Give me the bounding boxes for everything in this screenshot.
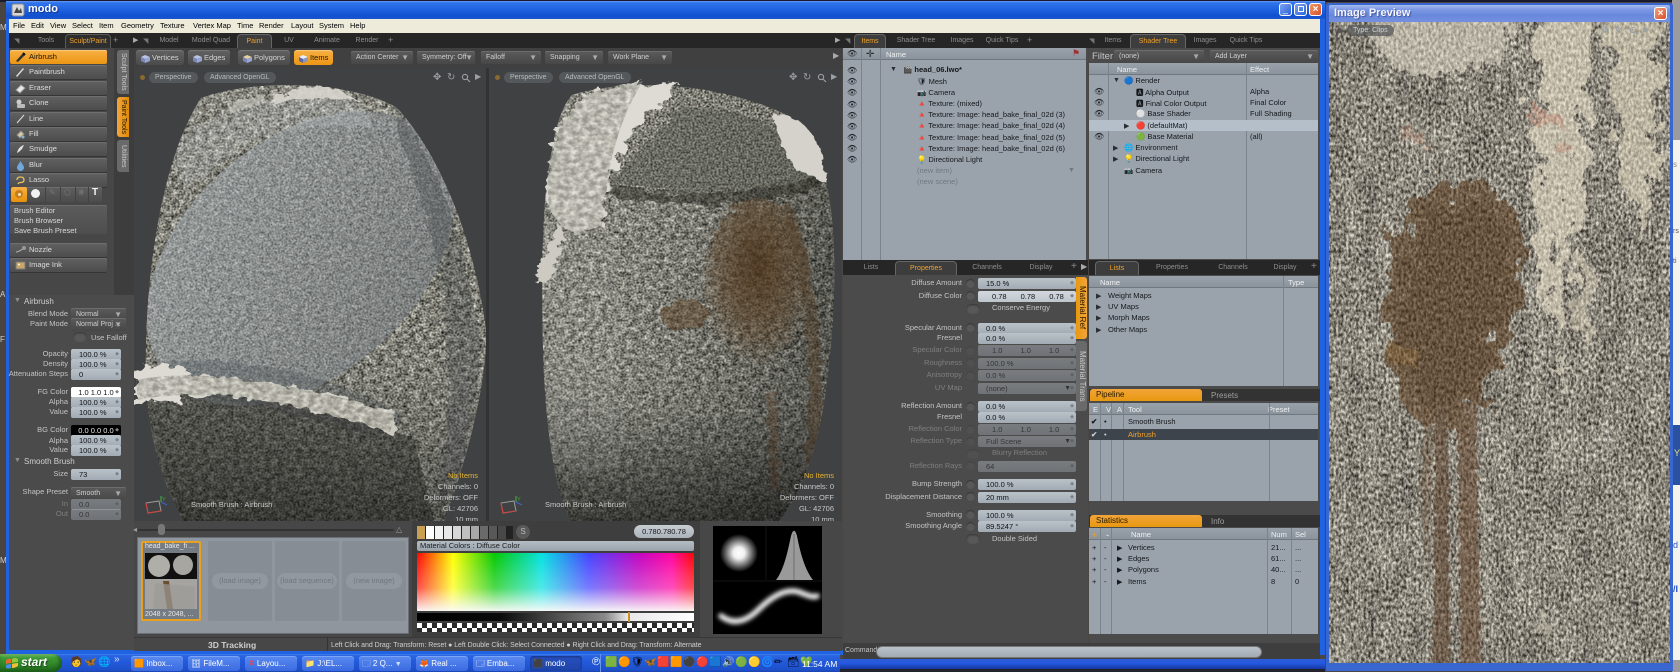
svg-text:Y: Y [162,497,166,503]
svg-text:Y: Y [517,497,521,503]
